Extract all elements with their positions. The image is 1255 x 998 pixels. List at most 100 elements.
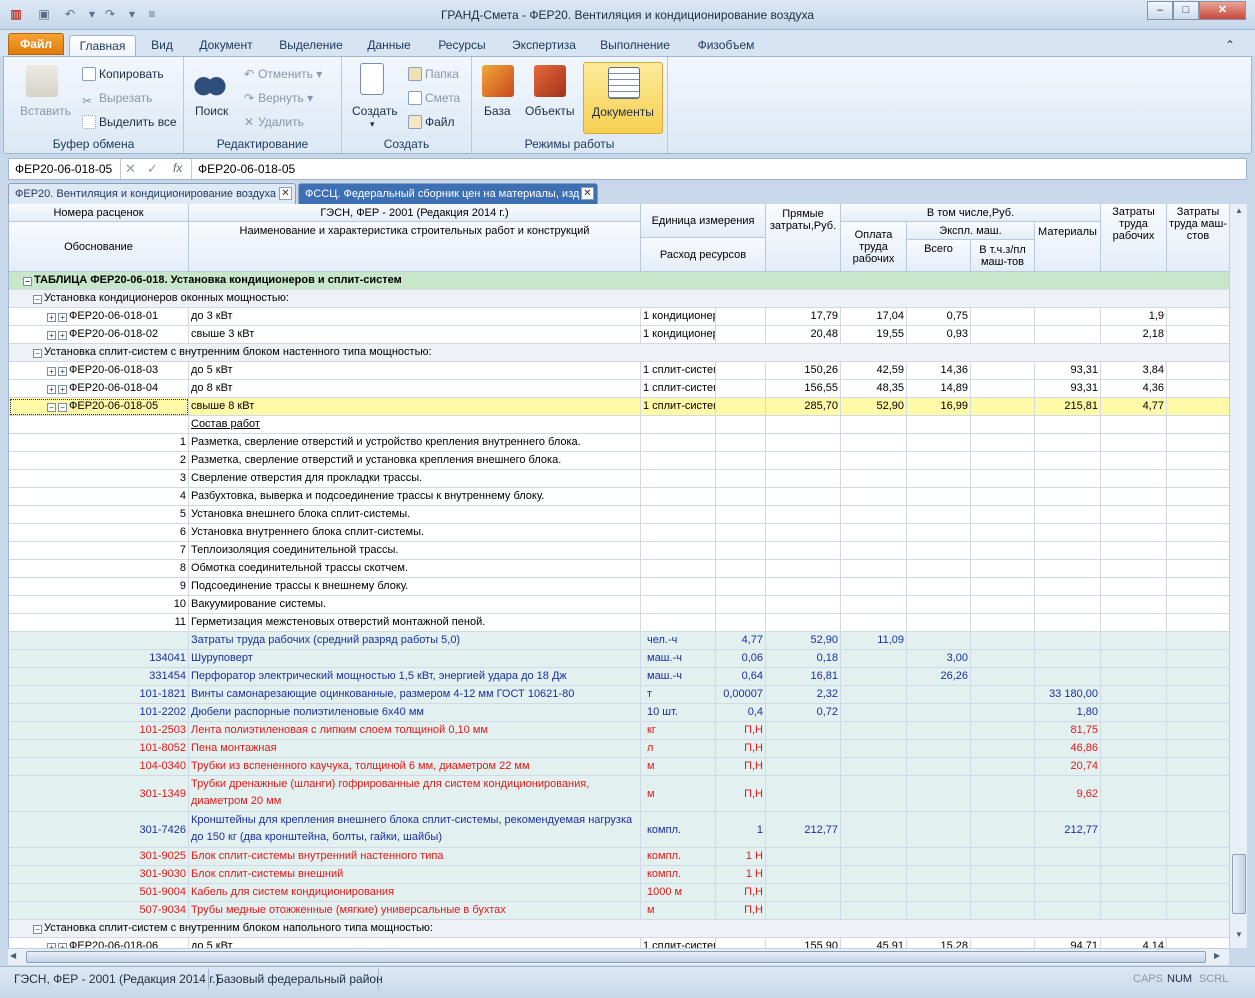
collapse-icon[interactable]: − bbox=[23, 277, 32, 286]
header-machines[interactable]: Экспл. маш. bbox=[907, 222, 1035, 240]
group-row[interactable]: − Установка сплит-систем с внутренним бло… bbox=[9, 344, 1229, 362]
ribbon-collapse-icon[interactable]: ⌃ bbox=[1222, 35, 1238, 56]
close-tab-icon[interactable]: ✕ bbox=[581, 187, 594, 200]
file-button[interactable]: Файл bbox=[408, 115, 455, 129]
undo-button[interactable]: ↶ Отменить ▾ bbox=[244, 67, 322, 81]
folder-button[interactable]: Папка bbox=[408, 67, 459, 81]
tab-document[interactable]: Документ bbox=[190, 35, 262, 56]
tab-resources[interactable]: Ресурсы bbox=[430, 35, 494, 56]
name-box[interactable]: ФЕР20-06-018-05 bbox=[9, 159, 121, 179]
tab-expertise[interactable]: Экспертиза bbox=[504, 35, 584, 56]
cut-button[interactable]: ✂ Вырезать bbox=[82, 91, 152, 108]
resource-row-unpriced[interactable]: 101-8052 Пена монтажная л П,Н 46,86 bbox=[9, 740, 1229, 758]
scroll-right-icon[interactable]: ▶ bbox=[1214, 951, 1226, 963]
copy-button[interactable]: Копировать bbox=[82, 67, 164, 81]
collapse-icon[interactable]: − bbox=[33, 349, 42, 358]
function-icon[interactable]: fx bbox=[173, 161, 182, 175]
minimize-button[interactable]: ‒ bbox=[1147, 1, 1173, 20]
expand-icon[interactable]: + bbox=[47, 385, 56, 394]
create-button[interactable]: Создать bbox=[352, 104, 398, 118]
estimate-button[interactable]: Смета bbox=[408, 91, 460, 105]
tab-data[interactable]: Данные bbox=[358, 35, 420, 56]
work-step-row[interactable]: 5 Установка внешнего блока сплит-системы. bbox=[9, 506, 1229, 524]
close-tab-icon[interactable]: ✕ bbox=[279, 187, 292, 200]
resource-row[interactable]: 331454 Перфоратор электрический мощностью… bbox=[9, 668, 1229, 686]
expand-resources-icon[interactable]: + bbox=[58, 313, 67, 322]
work-step-row[interactable]: 3 Сверление отверстия для прокладки трасс… bbox=[9, 470, 1229, 488]
work-step-row[interactable]: 9 Подсоединение трассы к внешнему блоку. bbox=[9, 578, 1229, 596]
work-step-row[interactable]: 1 Разметка, сверление отверстий и устройс… bbox=[9, 434, 1229, 452]
expand-resources-icon[interactable]: + bbox=[58, 331, 67, 340]
work-step-row[interactable]: 6 Установка внутреннего блока сплит-систе… bbox=[9, 524, 1229, 542]
horizontal-scrollbar[interactable]: ◀ ▶ bbox=[8, 948, 1229, 965]
resource-row-unpriced[interactable]: 501-9004 Кабель для систем кондиционирова… bbox=[9, 884, 1229, 902]
expand-icon[interactable]: + bbox=[47, 331, 56, 340]
table-header-row[interactable]: − ТАБЛИЦА ФЕР20-06-018. Установка кондици… bbox=[9, 272, 1229, 290]
header-wage[interactable]: Оплата труда рабочих bbox=[841, 222, 907, 272]
group-row[interactable]: − Установка кондиционеров оконных мощност… bbox=[9, 290, 1229, 308]
header-collection[interactable]: ГЭСН, ФЕР - 2001 (Редакция 2014 г.) bbox=[189, 204, 641, 222]
group-row[interactable]: − Установка сплит-систем с внутренним бло… bbox=[9, 920, 1229, 938]
header-code[interactable]: Номера расценок bbox=[9, 204, 189, 222]
tab-home[interactable]: Главная bbox=[69, 35, 136, 56]
vertical-scroll-thumb[interactable] bbox=[1232, 854, 1246, 914]
base-button[interactable]: База bbox=[484, 104, 511, 118]
tab-view[interactable]: Вид bbox=[140, 35, 184, 56]
search-button[interactable]: Поиск bbox=[195, 104, 228, 118]
rate-row-selected[interactable]: − − ФЕР20-06-018-05 свыше 8 кВт 1 сплит-сист… bbox=[9, 398, 1229, 416]
resource-row[interactable]: 301-7426 Кронштейны для крепления внешнег… bbox=[9, 812, 1229, 848]
expand-icon[interactable]: + bbox=[47, 367, 56, 376]
vertical-scrollbar[interactable]: ▲ ▼ bbox=[1229, 204, 1247, 948]
paste-button[interactable]: Вставить bbox=[20, 104, 71, 118]
scroll-down-icon[interactable]: ▼ bbox=[1232, 930, 1246, 944]
expand-resources-icon[interactable]: + bbox=[58, 385, 67, 394]
header-unit[interactable]: Единица измерения bbox=[641, 204, 766, 238]
horizontal-scroll-thumb[interactable] bbox=[26, 951, 1206, 963]
work-step-row[interactable]: Состав работ bbox=[9, 416, 1229, 434]
create-dropdown-icon[interactable]: ▾ bbox=[370, 119, 375, 130]
header-including[interactable]: В том числе,Руб. bbox=[841, 204, 1101, 222]
resource-row-unpriced[interactable]: 301-9030 Блок сплит-системы внешний компл.… bbox=[9, 866, 1229, 884]
work-step-row[interactable]: 2 Разметка, сверление отверстий и установ… bbox=[9, 452, 1229, 470]
header-direct-costs[interactable]: Прямые затраты,Руб. bbox=[766, 204, 841, 272]
resource-row[interactable]: Затраты труда рабочих (средний разряд ра… bbox=[9, 632, 1229, 650]
resource-row[interactable]: 101-2202 Дюбели распорные полиэтиленовые … bbox=[9, 704, 1229, 722]
header-labor-machinists[interactable]: Затраты труда маш-стов bbox=[1167, 204, 1229, 272]
resource-row-unpriced[interactable]: 101-2503 Лента полиэтиленовая с липким сл… bbox=[9, 722, 1229, 740]
rate-row[interactable]: ++ФЕР20-06-018-03до 5 кВт1 сплит-система… bbox=[9, 362, 1229, 380]
resource-row[interactable]: 101-1821 Винты самонарезающие оцинкованны… bbox=[9, 686, 1229, 704]
doc-tab-fsc[interactable]: ФССЦ. Федеральный сборник цен на материа… bbox=[298, 183, 598, 204]
collapse-icon[interactable]: − bbox=[33, 295, 42, 304]
header-labor-workers[interactable]: Затраты труда рабочих bbox=[1101, 204, 1167, 272]
doc-tab-fer20[interactable]: ФЕР20. Вентиляция и кондиционирование во… bbox=[8, 183, 296, 204]
formula-input[interactable]: ФЕР20-06-018-05 bbox=[191, 159, 1247, 179]
rate-row[interactable]: ++ФЕР20-06-018-06до 5 кВт1 сплит-система… bbox=[9, 938, 1229, 948]
tab-physical-volume[interactable]: Физобъем bbox=[688, 35, 764, 56]
select-all-button[interactable]: Выделить все bbox=[82, 115, 177, 129]
resource-row-unpriced[interactable]: 507-9034 Трубы медные отожженные (мягкие)… bbox=[9, 902, 1229, 920]
close-button[interactable]: ✕ bbox=[1199, 1, 1246, 20]
redo-button[interactable]: ↷ Вернуть ▾ bbox=[244, 91, 313, 105]
expand-resources-icon[interactable]: + bbox=[58, 367, 67, 376]
maximize-button[interactable]: □ bbox=[1173, 1, 1199, 20]
tab-execution[interactable]: Выполнение bbox=[594, 35, 676, 56]
header-machinist-wage[interactable]: В т.ч.з/пл маш-тов bbox=[971, 240, 1035, 272]
scroll-up-icon[interactable]: ▲ bbox=[1232, 206, 1246, 220]
header-basis[interactable]: Обоснование bbox=[9, 222, 189, 272]
tab-selection[interactable]: Выделение bbox=[272, 35, 350, 56]
documents-button[interactable]: Документы bbox=[583, 62, 663, 134]
collapse-icon[interactable]: − bbox=[33, 925, 42, 934]
cancel-edit-icon[interactable]: ✕ bbox=[125, 161, 136, 177]
expand-icon[interactable]: + bbox=[47, 313, 56, 322]
work-step-row[interactable]: 11 Герметизация межстеновых отверстий мон… bbox=[9, 614, 1229, 632]
header-usage[interactable]: Расход ресурсов bbox=[641, 238, 766, 272]
rate-row[interactable]: + + ФЕР20-06-018-02 свыше 3 кВт 1 кондиционе… bbox=[9, 326, 1229, 344]
work-step-row[interactable]: 10 Вакуумирование системы. bbox=[9, 596, 1229, 614]
header-machines-total[interactable]: Всего bbox=[907, 240, 971, 272]
resource-row[interactable]: 134041 Шуруповерт маш.-ч 0,06 0,18 3,00 bbox=[9, 650, 1229, 668]
rate-row[interactable]: + + ФЕР20-06-018-01 до 3 кВт 1 кондиционер 17… bbox=[9, 308, 1229, 326]
tab-file[interactable]: Файл bbox=[8, 33, 64, 55]
resource-row-unpriced[interactable]: 104-0340 Трубки из вспененного каучука, т… bbox=[9, 758, 1229, 776]
work-step-row[interactable]: 8 Обмотка соединительной трассы скотчем. bbox=[9, 560, 1229, 578]
work-step-row[interactable]: 7 Теплоизоляция соединительной трассы. bbox=[9, 542, 1229, 560]
